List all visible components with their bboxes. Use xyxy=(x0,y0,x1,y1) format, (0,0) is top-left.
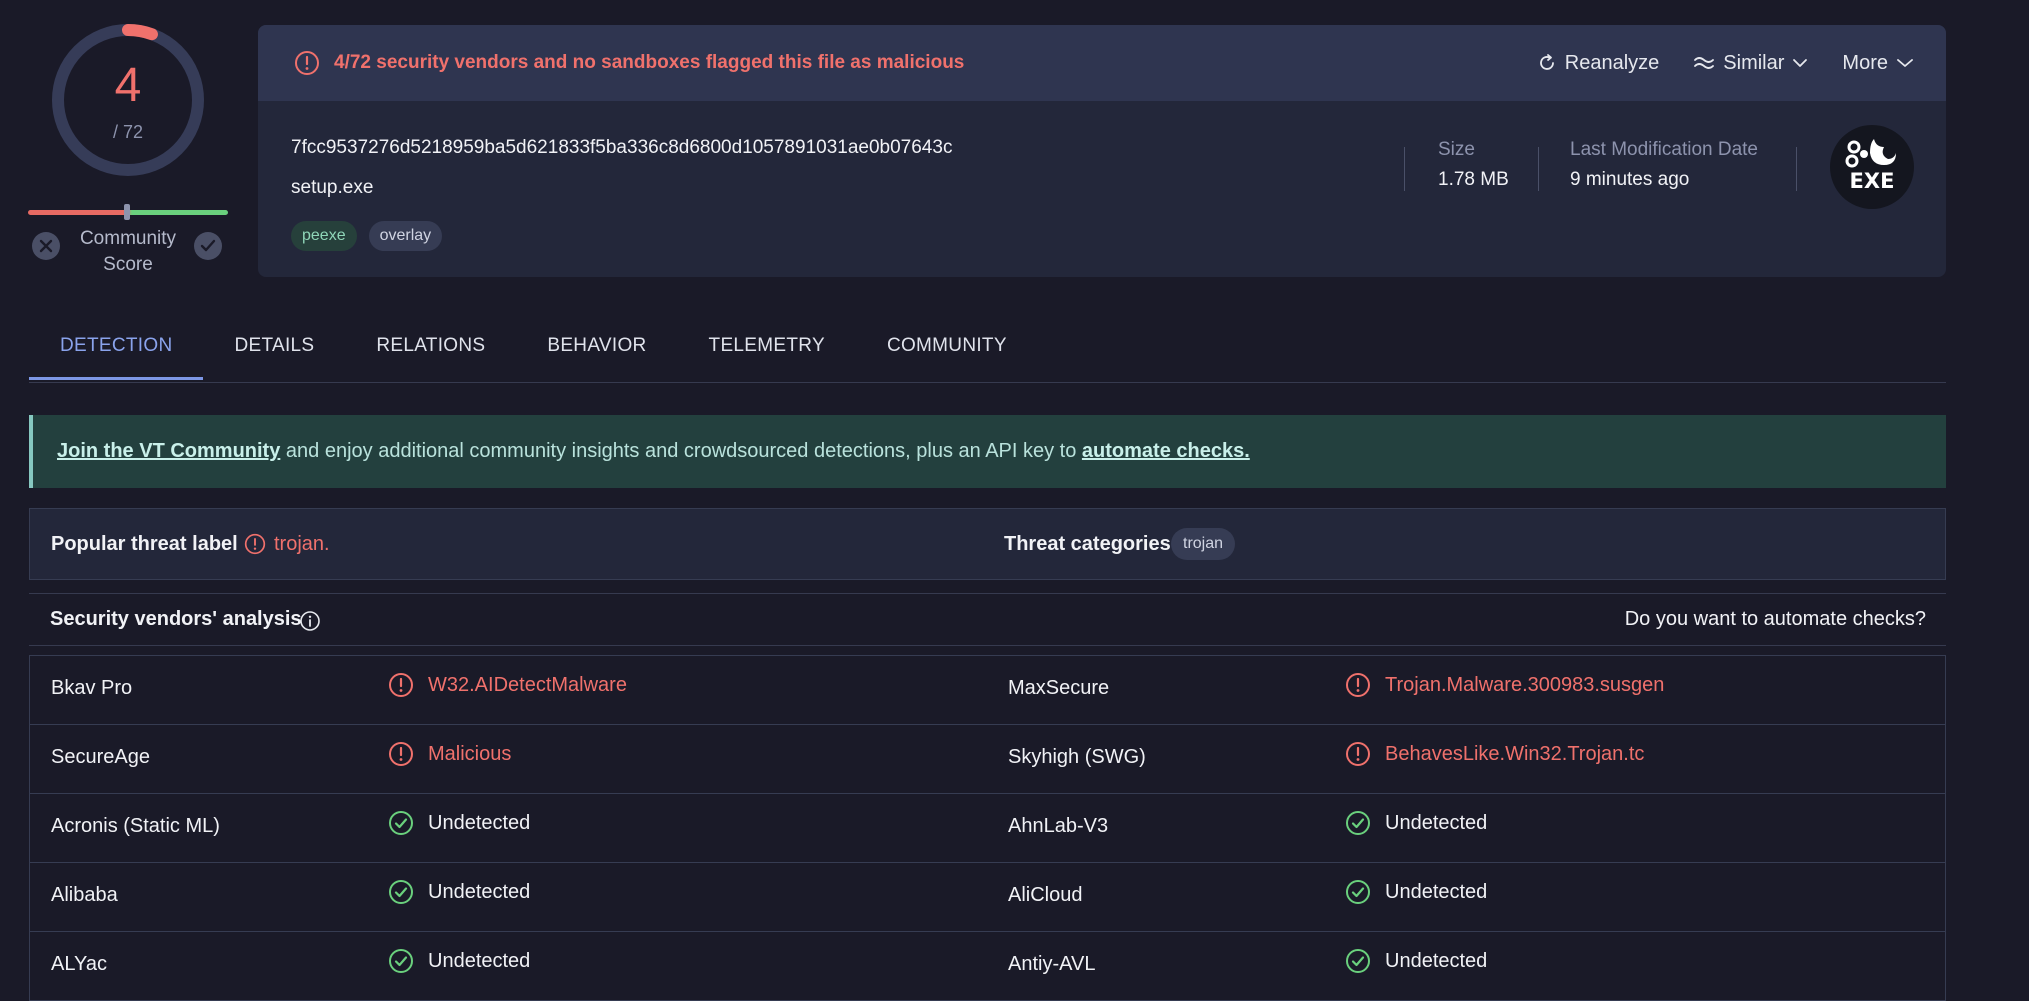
more-dropdown[interactable]: More xyxy=(1842,52,1914,75)
vendor-result: Undetected xyxy=(1345,879,1487,905)
vendor-name: MaxSecure xyxy=(1008,677,1110,699)
vendor-name: Acronis (Static ML) xyxy=(51,815,220,837)
tab-telemetry[interactable]: TELEMETRY xyxy=(678,318,856,380)
vendor-result: Undetected xyxy=(388,948,530,974)
vendor-result: BehavesLike.Win32.Trojan.tc xyxy=(1345,741,1644,767)
tab-details[interactable]: DETAILS xyxy=(203,318,345,380)
tab-community[interactable]: COMMUNITY xyxy=(856,318,1038,380)
table-row: ALYac Undetected Antiy-AVL Undetected xyxy=(30,932,1945,1001)
vendor-result: Undetected xyxy=(388,879,530,905)
reanalyze-button[interactable]: Reanalyze xyxy=(1537,52,1659,75)
last-modification-date: Last Modification Date 9 minutes ago xyxy=(1570,139,1758,190)
exe-file-type-icon: EXE xyxy=(1830,125,1914,209)
join-community-banner: Join the VT Community and enjoy addition… xyxy=(29,415,1946,488)
vote-harmless-button[interactable] xyxy=(194,232,222,260)
join-community-link[interactable]: Join the VT Community xyxy=(57,440,280,462)
check-circle-icon xyxy=(1345,948,1371,974)
tag-peexe[interactable]: peexe xyxy=(291,221,357,251)
alert-icon xyxy=(1345,672,1371,698)
file-size: Size 1.78 MB xyxy=(1438,139,1509,190)
threat-categories-title: Threat categories xyxy=(1004,533,1171,555)
vendor-result: Undetected xyxy=(1345,948,1487,974)
check-circle-icon xyxy=(1345,810,1371,836)
vendor-result: Undetected xyxy=(1345,810,1487,836)
divider xyxy=(1404,147,1405,191)
vendor-name: Bkav Pro xyxy=(51,677,133,699)
table-row: Acronis (Static ML) Undetected AhnLab-V3… xyxy=(30,794,1945,863)
file-summary-card: 4/72 security vendors and no sandboxes f… xyxy=(258,25,1946,277)
tab-detection[interactable]: DETECTION xyxy=(29,318,204,380)
check-circle-icon xyxy=(388,879,414,905)
alert-icon xyxy=(294,50,320,76)
vendor-name: Skyhigh (SWG) xyxy=(1008,746,1146,768)
community-score-marker xyxy=(124,204,130,220)
tag-overlay[interactable]: overlay xyxy=(368,221,443,251)
check-circle-icon xyxy=(1345,879,1371,905)
file-hash[interactable]: 7fcc9537276d5218959ba5d621833f5ba336c8d6… xyxy=(291,137,952,159)
alert-icon xyxy=(388,672,414,698)
tab-behavior[interactable]: BEHAVIOR xyxy=(516,318,677,380)
chevron-down-icon xyxy=(1792,58,1808,68)
vendor-name: AhnLab-V3 xyxy=(1008,815,1109,837)
vendor-name: ALYac xyxy=(51,953,107,975)
check-icon xyxy=(200,239,216,253)
community-score-label: Community Score xyxy=(79,228,177,275)
file-tags: peexe overlay xyxy=(291,221,443,251)
threat-category-tag[interactable]: trojan xyxy=(1171,528,1236,560)
threat-summary: Popular threat label trojan. Threat cate… xyxy=(29,508,1946,580)
info-icon[interactable] xyxy=(299,610,321,632)
table-row: Alibaba Undetected AliCloud Undetected xyxy=(30,863,1945,932)
vendor-name: Alibaba xyxy=(51,884,118,906)
table-row: SecureAge Malicious Skyhigh (SWG) Behave… xyxy=(30,725,1945,794)
chevron-down-icon xyxy=(1896,58,1914,68)
vendor-result: Trojan.Malware.300983.susgen xyxy=(1345,672,1664,698)
detection-message: 4/72 security vendors and no sandboxes f… xyxy=(334,52,965,73)
close-icon xyxy=(39,239,53,253)
vendors-analysis-header: Security vendors' analysis Do you want t… xyxy=(29,593,1946,646)
alert-icon xyxy=(1345,741,1371,767)
automate-checks-prompt[interactable]: Do you want to automate checks? xyxy=(1625,608,1926,631)
similar-dropdown[interactable]: Similar xyxy=(1693,52,1808,75)
community-banner-text: and enjoy additional community insights … xyxy=(280,440,1082,462)
divider xyxy=(1538,147,1539,191)
automate-checks-link[interactable]: automate checks. xyxy=(1082,440,1250,462)
vendors-table: Bkav Pro W32.AIDetectMalware MaxSecure T… xyxy=(29,655,1946,1001)
detection-count: 4 xyxy=(114,59,142,112)
similar-icon xyxy=(1693,55,1715,71)
tab-relations[interactable]: RELATIONS xyxy=(345,318,516,380)
table-row: Bkav Pro W32.AIDetectMalware MaxSecure T… xyxy=(30,656,1945,725)
divider xyxy=(1796,147,1797,191)
vendor-name: Antiy-AVL xyxy=(1008,953,1096,975)
vendor-result: Undetected xyxy=(388,810,530,836)
alert-icon xyxy=(388,741,414,767)
popular-threat-label-title: Popular threat label xyxy=(51,533,238,555)
vendors-analysis-title: Security vendors' analysis xyxy=(50,608,302,630)
main-tabs: DETECTION DETAILS RELATIONS BEHAVIOR TEL… xyxy=(29,318,1946,383)
vendor-name: SecureAge xyxy=(51,746,150,768)
check-circle-icon xyxy=(388,810,414,836)
check-circle-icon xyxy=(388,948,414,974)
exe-label: EXE xyxy=(1850,169,1895,193)
alert-icon xyxy=(244,533,266,555)
detection-banner: 4/72 security vendors and no sandboxes f… xyxy=(258,25,1946,101)
refresh-icon xyxy=(1537,53,1557,73)
file-name: setup.exe xyxy=(291,177,374,198)
vendor-result: Malicious xyxy=(388,741,511,767)
detection-total: / 72 xyxy=(112,122,144,142)
popular-threat-label-value[interactable]: trojan. xyxy=(274,533,330,556)
vendor-result: W32.AIDetectMalware xyxy=(388,672,627,698)
vendor-name: AliCloud xyxy=(1008,884,1083,906)
vote-harmful-button[interactable] xyxy=(32,232,60,260)
